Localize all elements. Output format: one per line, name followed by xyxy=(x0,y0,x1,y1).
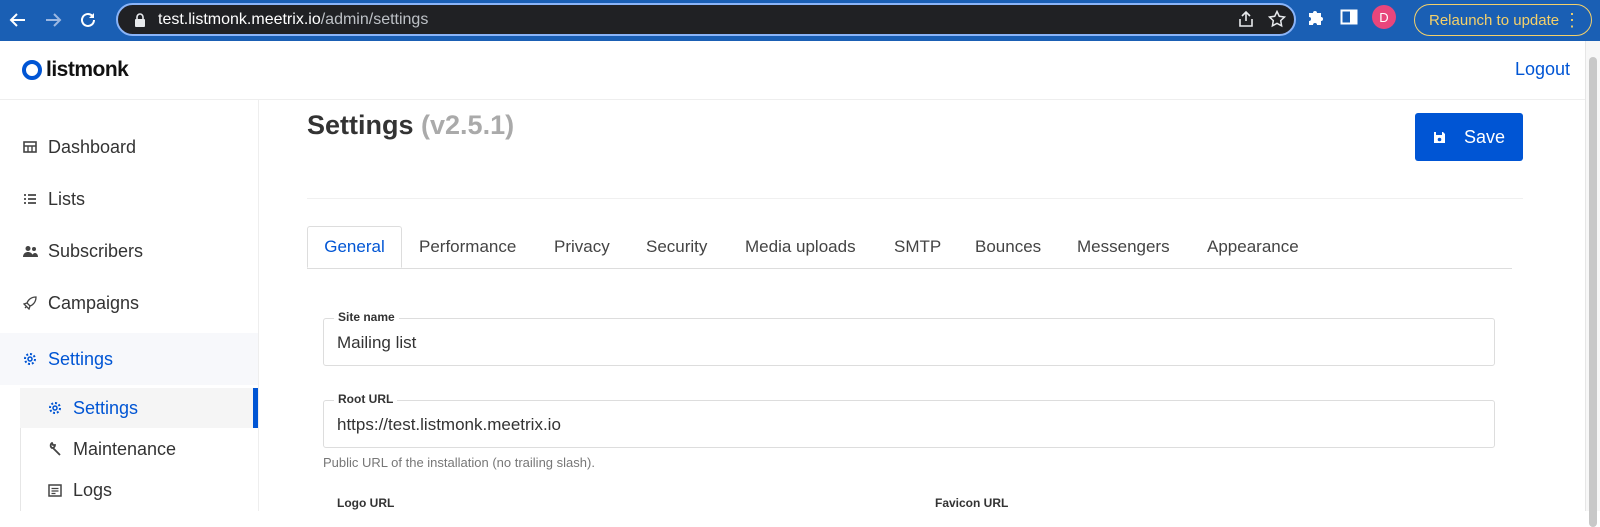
gear-icon xyxy=(47,400,63,416)
tab-bounces[interactable]: Bounces xyxy=(975,226,1041,268)
side-panel-icon[interactable] xyxy=(1340,8,1358,26)
dashboard-icon xyxy=(22,139,38,155)
list-icon xyxy=(22,191,38,207)
logout-link[interactable]: Logout xyxy=(1515,59,1570,80)
tab-performance[interactable]: Performance xyxy=(419,226,516,268)
favicon-url-label: Favicon URL xyxy=(935,496,1009,510)
sidebar-subitem-settings[interactable]: Settings xyxy=(20,388,258,428)
log-icon xyxy=(47,482,63,498)
sidebar-subitem-label: Settings xyxy=(73,397,139,418)
sidebar-subitem-label: Logs xyxy=(73,479,113,500)
tab-messengers[interactable]: Messengers xyxy=(1077,226,1170,268)
sidebar-item-label: Campaigns xyxy=(48,292,140,313)
lock-icon xyxy=(135,12,145,27)
site-name-field[interactable]: Site name Mailing list xyxy=(323,310,1495,366)
share-icon[interactable] xyxy=(1238,10,1254,28)
tab-privacy[interactable]: Privacy xyxy=(554,226,610,268)
gear-icon xyxy=(22,351,38,367)
sidebar-item-label: Lists xyxy=(48,188,86,209)
scrollbar-thumb[interactable] xyxy=(1589,57,1597,527)
logo-ring-icon xyxy=(22,60,42,80)
page-scrollbar[interactable] xyxy=(1585,41,1600,527)
sidebar-item-settings[interactable]: Settings xyxy=(0,333,258,385)
reload-icon[interactable] xyxy=(72,4,104,36)
extensions-puzzle-icon[interactable] xyxy=(1306,7,1326,27)
sidebar-item-campaigns[interactable]: Campaigns xyxy=(0,277,258,329)
wrench-icon xyxy=(47,441,63,457)
tab-general[interactable]: General xyxy=(307,226,402,268)
users-icon xyxy=(22,243,38,259)
forward-arrow-icon[interactable] xyxy=(37,4,69,36)
save-button[interactable]: Save xyxy=(1415,113,1523,161)
sidebar-item-label: Subscribers xyxy=(48,240,144,261)
url-path: /admin/settings xyxy=(320,10,429,28)
tab-appearance[interactable]: Appearance xyxy=(1207,226,1299,268)
logo-text: listmonk xyxy=(46,58,129,81)
page-title-text: Settings xyxy=(307,110,414,140)
sidebar-item-label: Dashboard xyxy=(48,136,137,157)
profile-avatar[interactable]: D xyxy=(1372,5,1396,29)
sidebar-item-label: Settings xyxy=(48,348,114,369)
sidebar-item-subscribers[interactable]: Subscribers xyxy=(0,225,258,277)
page-title: Settings (v2.5.1) xyxy=(307,110,514,141)
settings-tabs: General Performance Privacy Security Med… xyxy=(307,226,1512,269)
root-url-field[interactable]: Root URL https://test.listmonk.meetrix.i… xyxy=(323,392,1495,448)
logo-url-label: Logo URL xyxy=(337,496,395,510)
relaunch-button[interactable]: Relaunch to update ⋮ xyxy=(1414,4,1592,36)
save-label: Save xyxy=(1463,126,1506,147)
version-label: (v2.5.1) xyxy=(421,110,515,140)
sidebar-item-lists[interactable]: Lists xyxy=(0,173,258,225)
app-header: listmonk Logout xyxy=(0,41,1586,100)
back-arrow-icon[interactable] xyxy=(2,4,34,36)
tab-smtp[interactable]: SMTP xyxy=(894,226,941,268)
url-host: test.listmonk.meetrix.io xyxy=(158,10,321,28)
logo[interactable]: listmonk xyxy=(22,58,129,82)
title-divider xyxy=(307,198,1523,199)
root-url-label: Root URL xyxy=(334,392,398,406)
sidebar-subitem-logs[interactable]: Logs xyxy=(20,470,258,510)
site-name-label: Site name xyxy=(334,310,399,324)
relaunch-label: Relaunch to update xyxy=(1429,11,1560,29)
tab-media-uploads[interactable]: Media uploads xyxy=(745,226,856,268)
browser-toolbar: test.listmonk.meetrix.io/admin/settings … xyxy=(0,0,1600,41)
root-url-value[interactable]: https://test.listmonk.meetrix.io xyxy=(337,415,561,435)
save-disk-icon xyxy=(1433,131,1445,143)
sidebar-item-dashboard[interactable]: Dashboard xyxy=(0,121,258,173)
sidebar-subitem-label: Maintenance xyxy=(73,438,177,459)
sidebar: Dashboard Lists Subscribers Campaigns Se… xyxy=(0,99,259,511)
root-url-help: Public URL of the installation (no trail… xyxy=(323,455,595,470)
bookmark-star-icon[interactable] xyxy=(1268,10,1286,28)
more-menu-icon[interactable]: ⋮ xyxy=(1563,10,1581,31)
tab-security[interactable]: Security xyxy=(646,226,707,268)
rocket-icon xyxy=(22,295,38,311)
sidebar-subitem-maintenance[interactable]: Maintenance xyxy=(20,429,258,469)
address-bar[interactable]: test.listmonk.meetrix.io/admin/settings xyxy=(116,3,1296,36)
site-name-value[interactable]: Mailing list xyxy=(337,333,416,353)
